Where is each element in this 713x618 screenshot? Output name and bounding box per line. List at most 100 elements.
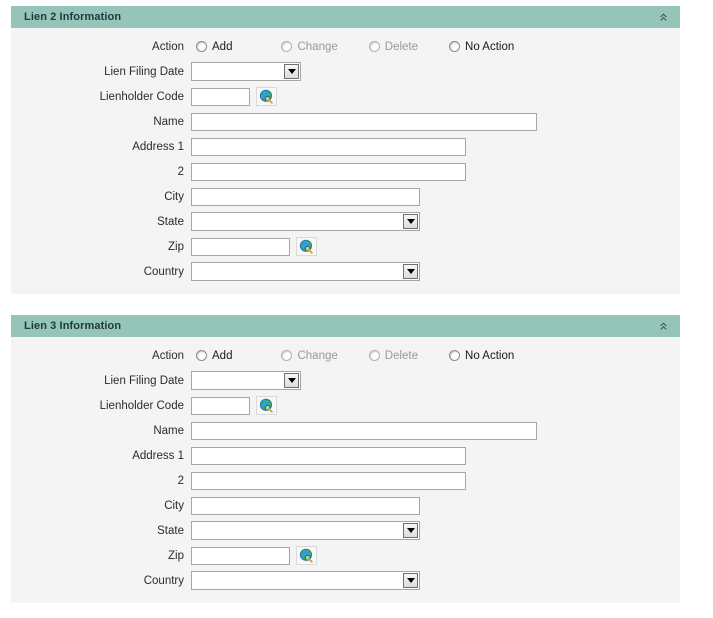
radio-action-no-action[interactable]: No Action (449, 39, 514, 55)
panel-header[interactable]: Lien 3 Information (11, 315, 680, 337)
action-radio-group: Add Change Delete No Action (188, 348, 514, 364)
country-label: Country (143, 574, 184, 587)
form-row-action: Action Add Change Delete No Action (11, 34, 680, 59)
panel-body: Action Add Change Delete No Action Lien … (11, 337, 680, 603)
radio-label: Add (212, 349, 233, 362)
zip-label: Zip (168, 549, 184, 562)
name-label: Name (153, 115, 184, 128)
radio-action-delete[interactable]: Delete (368, 39, 418, 55)
state-select[interactable] (191, 212, 420, 231)
lienholder-code-label: Lienholder Code (99, 399, 184, 412)
form-row-lienholder-code: Lienholder Code (11, 393, 680, 418)
name-label: Name (153, 424, 184, 437)
form-row-city: City (11, 493, 680, 518)
form-row-lien-filing-date: Lien Filing Date (11, 59, 680, 84)
chevron-down-icon[interactable] (403, 573, 418, 588)
action-label: Action (152, 40, 184, 53)
address2-label: 2 (177, 165, 184, 178)
chevron-down-icon[interactable] (403, 523, 418, 538)
form-row-action: Action Add Change Delete No Action (11, 343, 680, 368)
form-row-country: Country (11, 259, 680, 284)
lienholder-code-input[interactable] (191, 87, 250, 106)
double-chevron-up-icon[interactable] (657, 11, 670, 24)
lien-filing-date-label: Lien Filing Date (104, 65, 184, 78)
city-input[interactable] (191, 187, 420, 206)
zip-label: Zip (168, 240, 184, 253)
panel-header[interactable]: Lien 2 Information (11, 6, 680, 28)
radio-dot (449, 350, 461, 361)
form-row-address1: Address 1 (11, 443, 680, 468)
address1-label: Address 1 (132, 140, 184, 153)
address2-input[interactable] (191, 162, 466, 181)
address1-label: Address 1 (132, 449, 184, 462)
address2-input[interactable] (191, 471, 466, 490)
name-input[interactable] (191, 112, 537, 131)
form-row-address2: 2 (11, 159, 680, 184)
lienholder-code-input[interactable] (191, 396, 250, 415)
form-row-lien-filing-date: Lien Filing Date (11, 368, 680, 393)
globe-search-icon[interactable] (256, 87, 277, 106)
city-label: City (164, 190, 184, 203)
state-label: State (157, 524, 184, 537)
form-row-address1: Address 1 (11, 134, 680, 159)
chevron-down-icon[interactable] (284, 373, 299, 388)
action-label: Action (152, 349, 184, 362)
address1-input[interactable] (191, 137, 466, 156)
city-label: City (164, 499, 184, 512)
chevron-down-icon[interactable] (403, 214, 418, 229)
radio-action-no-action[interactable]: No Action (449, 348, 514, 364)
chevron-down-icon[interactable] (284, 64, 299, 79)
radio-label: No Action (465, 40, 515, 53)
radio-action-delete[interactable]: Delete (368, 348, 419, 364)
radio-label: Delete (384, 349, 419, 362)
form-row-state: State (11, 209, 680, 234)
panel-body: Action Add Change Delete No Action Lien … (11, 28, 680, 294)
zip-input[interactable] (191, 546, 290, 565)
country-label: Country (143, 265, 184, 278)
form-row-city: City (11, 184, 680, 209)
radio-action-change[interactable]: Change (281, 348, 338, 364)
address2-label: 2 (177, 474, 184, 487)
address1-input[interactable] (191, 446, 466, 465)
state-select[interactable] (191, 521, 420, 540)
radio-action-add[interactable]: Add (196, 39, 232, 55)
lien-filing-date-label: Lien Filing Date (104, 374, 184, 387)
radio-action-change[interactable]: Change (281, 39, 338, 55)
form-row-country: Country (11, 568, 680, 593)
radio-dot (368, 41, 380, 52)
radio-dot (196, 41, 207, 52)
globe-search-icon[interactable] (256, 396, 277, 415)
action-radio-group: Add Change Delete No Action (188, 39, 514, 55)
lien-filing-date-select[interactable] (191, 371, 301, 390)
double-chevron-up-icon[interactable] (657, 320, 670, 333)
globe-search-icon[interactable] (296, 546, 317, 565)
lien-2-information-panel: Lien 2 Information Action Add Change Del… (11, 6, 680, 294)
lien-filing-date-select[interactable] (191, 62, 301, 81)
form-row-address2: 2 (11, 468, 680, 493)
lien-3-information-panel: Lien 3 Information Action Add Change Del… (11, 315, 680, 603)
chevron-down-icon[interactable] (403, 264, 418, 279)
lienholder-code-label: Lienholder Code (99, 90, 184, 103)
country-select[interactable] (191, 262, 420, 281)
radio-dot (368, 350, 380, 361)
country-select[interactable] (191, 571, 420, 590)
radio-dot (449, 41, 461, 52)
globe-search-icon[interactable] (296, 237, 317, 256)
form-row-zip: Zip (11, 234, 680, 259)
radio-dot (281, 350, 293, 361)
radio-label: Add (212, 40, 233, 53)
radio-label: No Action (465, 349, 515, 362)
panel-title: Lien 2 Information (24, 11, 122, 23)
name-input[interactable] (191, 421, 537, 440)
form-row-state: State (11, 518, 680, 543)
zip-input[interactable] (191, 237, 290, 256)
form-row-name: Name (11, 109, 680, 134)
radio-action-add[interactable]: Add (196, 348, 232, 364)
panel-title: Lien 3 Information (24, 320, 122, 332)
city-input[interactable] (191, 496, 420, 515)
radio-label: Change (297, 40, 338, 53)
radio-dot (196, 350, 207, 361)
form-row-zip: Zip (11, 543, 680, 568)
radio-dot (281, 41, 293, 52)
state-label: State (157, 215, 184, 228)
